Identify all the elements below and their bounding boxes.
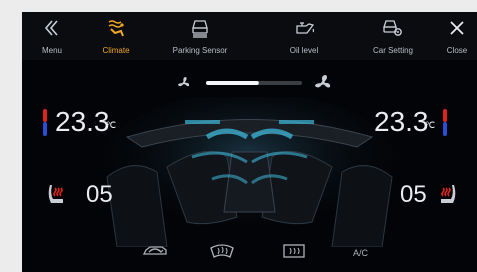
car-settings-icon	[383, 20, 402, 36]
tab-close[interactable]: Close	[437, 12, 477, 60]
climate-screen: Menu Climate Parking Sensor Oil level Ca…	[22, 12, 477, 272]
right-temperature-unit: ℃	[425, 120, 436, 130]
left-temperature-unit: ℃	[106, 120, 117, 130]
rear-defrost-icon	[210, 244, 234, 258]
fan-speed-control[interactable]	[172, 72, 337, 94]
tab-close-label: Close	[446, 46, 468, 55]
left-seat-heat-level: 05	[86, 181, 113, 208]
rear-defrost-button[interactable]	[207, 240, 237, 262]
tab-parking-sensor[interactable]: Parking Sensor	[162, 12, 238, 60]
ac-button[interactable]: A/C	[353, 248, 368, 258]
oil-can-icon	[296, 22, 314, 34]
car-interior-illustration	[99, 97, 399, 247]
tab-climate-label: Climate	[102, 46, 130, 55]
front-defrost-button[interactable]	[279, 240, 309, 262]
front-defrost-icon	[283, 244, 305, 258]
right-seat-heat-level: 05	[400, 181, 427, 208]
tab-menu-label: Menu	[41, 46, 62, 55]
tab-menu[interactable]: Menu	[22, 12, 82, 60]
tab-car-setting-label: Car Setting	[372, 46, 414, 55]
tab-oil-level[interactable]: Oil level	[274, 12, 334, 60]
left-seat-heater-icon[interactable]	[46, 182, 68, 208]
tab-car-setting[interactable]: Car Setting	[358, 12, 428, 60]
fan-low-icon	[178, 77, 190, 87]
recirculation-button[interactable]	[140, 240, 170, 262]
left-temperature[interactable]: 23.3	[55, 107, 110, 137]
tab-oil-level-label: Oil level	[289, 46, 319, 55]
fan-speed-fill	[206, 81, 259, 85]
right-temperature[interactable]: 23.3	[374, 107, 429, 137]
parking-sensor-icon	[192, 20, 208, 38]
chevron-left-icon	[44, 20, 58, 36]
right-thermometer-icon	[443, 109, 447, 136]
close-icon	[450, 21, 464, 35]
recirculation-icon	[142, 246, 167, 255]
tab-parking-sensor-label: Parking Sensor	[172, 46, 228, 55]
left-thermometer-icon	[43, 109, 47, 136]
right-seat-heater-icon[interactable]	[436, 182, 458, 208]
tab-climate[interactable]: Climate	[86, 12, 146, 60]
fan-high-icon	[315, 75, 331, 88]
top-nav-bar: Menu Climate Parking Sensor Oil level Ca…	[22, 12, 477, 60]
climate-icon	[108, 20, 124, 37]
